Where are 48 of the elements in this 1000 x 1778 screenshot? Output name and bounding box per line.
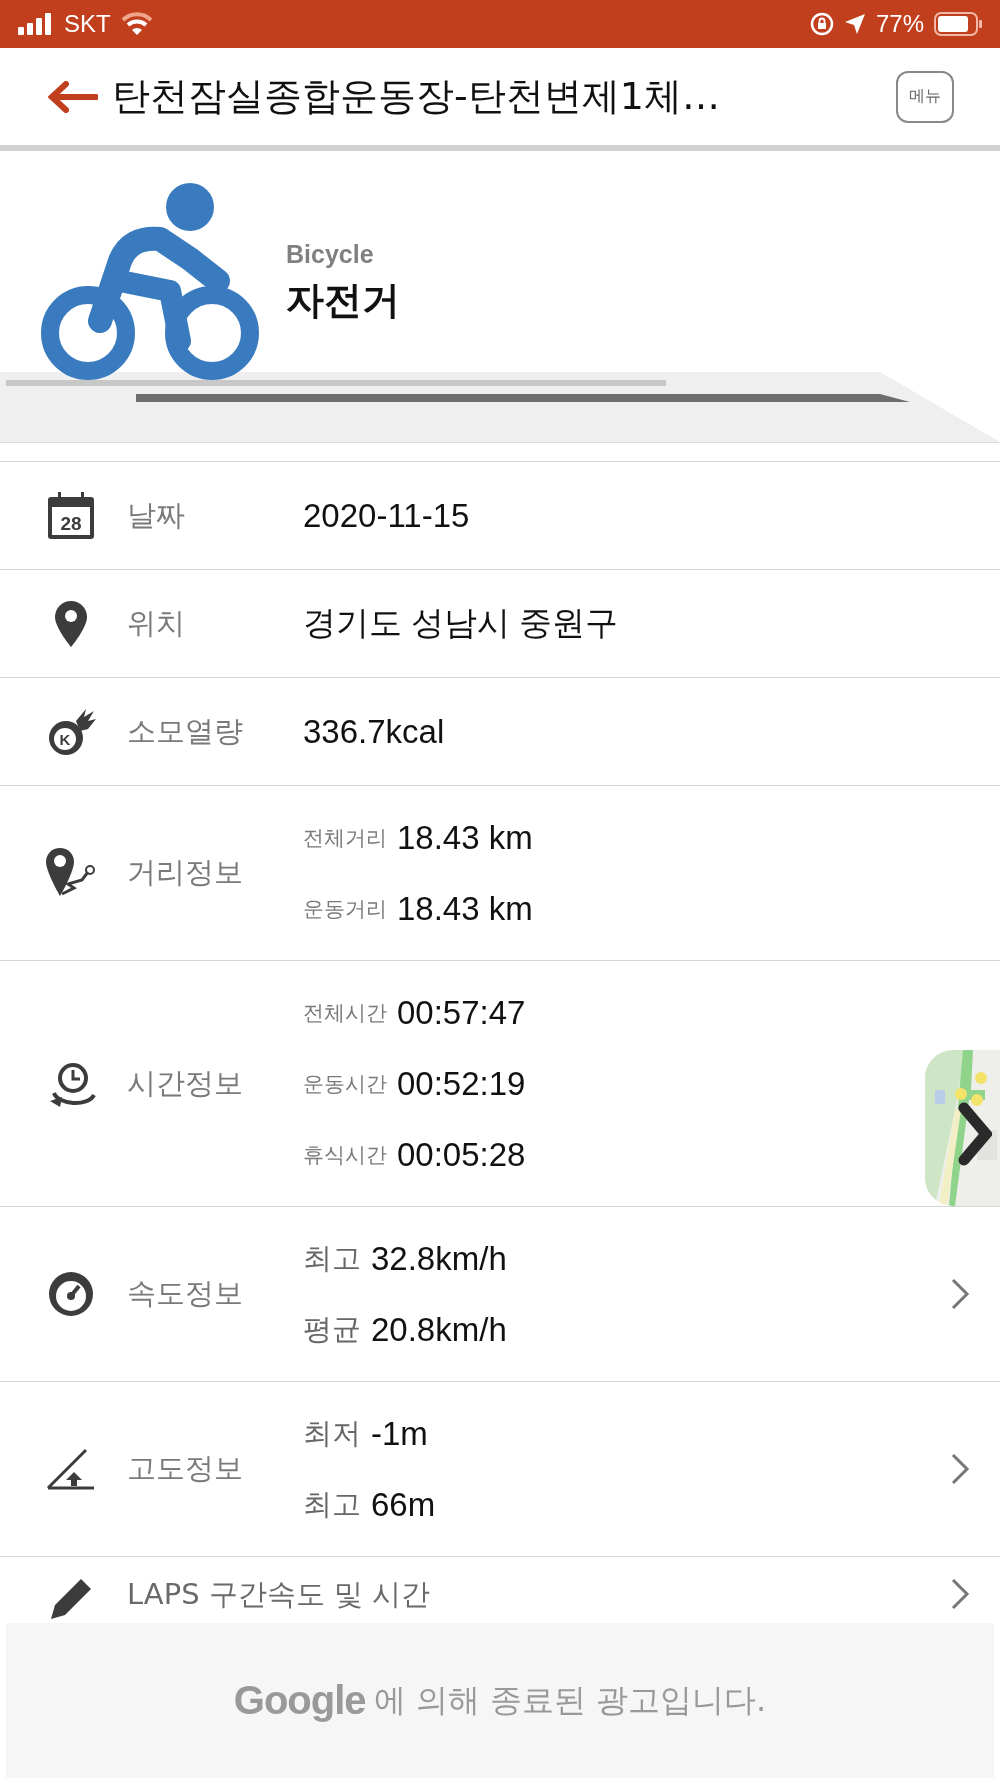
row-value: 336.7kcal xyxy=(303,712,445,751)
stat-value: 32.8km/h xyxy=(371,1239,507,1278)
stat-label: 최저 xyxy=(303,1414,361,1452)
stat-value: 66m xyxy=(371,1485,436,1524)
stat-value: 20.8km/h xyxy=(371,1310,507,1349)
row-label: 고도정보 xyxy=(127,1450,243,1487)
google-logo: Google xyxy=(233,1678,366,1723)
stat-label: 전체시간 xyxy=(303,999,387,1027)
stat-value: 18.43 km xyxy=(397,889,533,928)
stat-label: 운동거리 xyxy=(303,895,387,923)
row-label: 소모열량 xyxy=(127,712,243,750)
stat-label: 전체거리 xyxy=(303,824,387,852)
row-value: 경기도 성남시 중원구 xyxy=(303,603,619,643)
pencil-icon xyxy=(48,1577,93,1621)
stat-value: 18.43 km xyxy=(397,818,533,857)
wifi-icon xyxy=(120,12,153,36)
location-pin-icon xyxy=(54,600,87,647)
stat-label: 최고 xyxy=(303,1239,361,1277)
signal-icon xyxy=(18,13,54,35)
route-pin-icon xyxy=(45,848,96,898)
stat-value: 00:57:47 xyxy=(397,993,526,1032)
elevation-slope-icon xyxy=(45,1448,96,1490)
row-label: 날짜 xyxy=(127,496,185,534)
carrier-name: SKT xyxy=(64,10,111,38)
row-value: 2020-11-15 xyxy=(303,496,470,535)
ad-notice-text: 에 의해 종료된 광고입니다. xyxy=(373,1679,767,1721)
stat-label: 휴식시간 xyxy=(303,1141,387,1169)
stat-value: 00:52:19 xyxy=(397,1064,526,1103)
speedometer-icon xyxy=(46,1270,95,1318)
back-arrow-icon[interactable] xyxy=(48,80,98,113)
stat-label: 평균 xyxy=(303,1310,361,1348)
stat-label: 최고 xyxy=(303,1485,361,1523)
row-label: 시간정보 xyxy=(127,1064,243,1102)
activity-name-english: Bicycle xyxy=(286,239,375,269)
activity-name: 자전거 xyxy=(286,276,400,324)
row-label[interactable]: LAPS 구간속도 및 시간 xyxy=(127,1577,431,1611)
stat-label: 운동시간 xyxy=(303,1070,387,1098)
menu-button[interactable]: 메뉴 xyxy=(896,70,954,123)
battery-icon xyxy=(934,12,982,36)
battery-percent: 77% xyxy=(875,10,924,38)
row-label: 위치 xyxy=(127,604,185,642)
rotation-lock-icon xyxy=(809,12,834,36)
stat-value: -1m xyxy=(371,1414,428,1453)
stat-value: 00:05:28 xyxy=(397,1135,526,1174)
page-title: 탄천잠실종합운동장-탄천변제1체… xyxy=(112,73,721,120)
row-label: 거리정보 xyxy=(127,854,243,891)
row-label: 속도정보 xyxy=(127,1275,243,1312)
location-arrow-icon xyxy=(843,13,866,35)
